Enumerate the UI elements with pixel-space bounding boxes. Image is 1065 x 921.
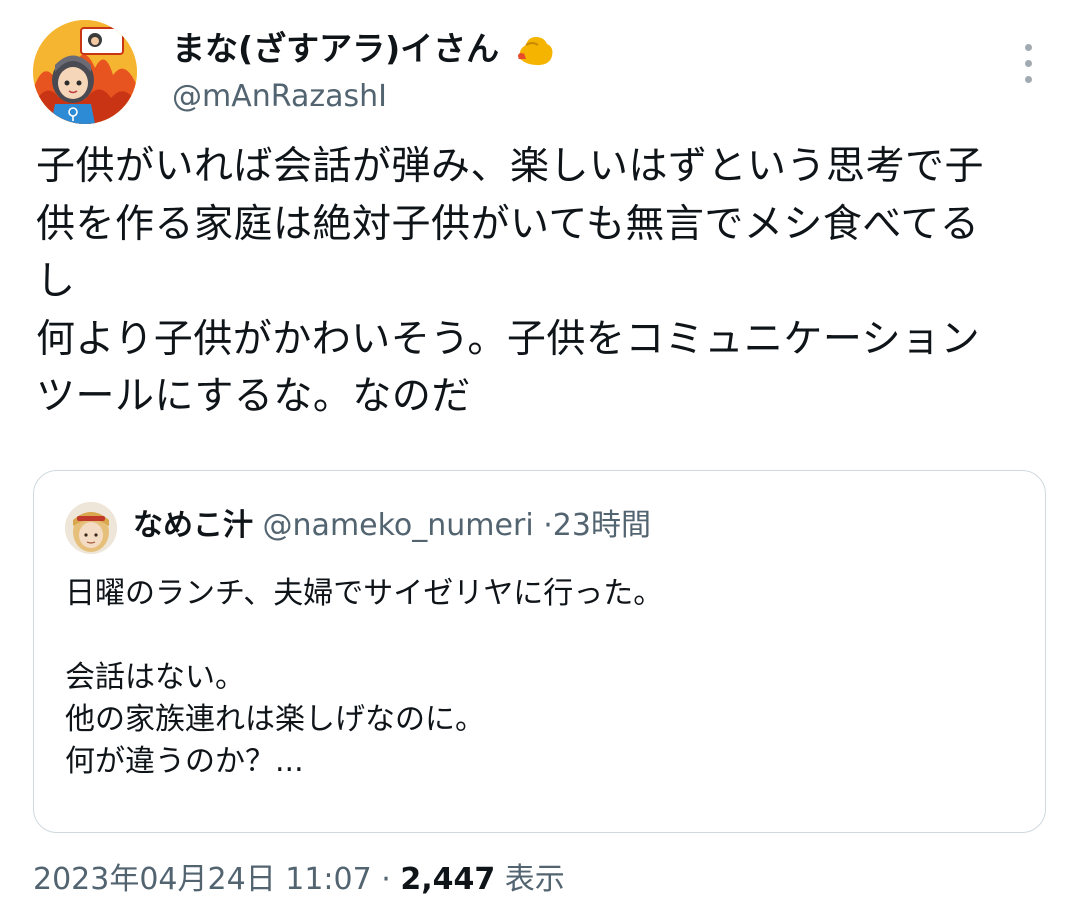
more-dot xyxy=(1024,75,1032,83)
author-display-name[interactable]: まな(ざすアラ)イさん xyxy=(172,28,499,70)
quoted-text-line xyxy=(65,615,1015,657)
quoted-avatar-illustration xyxy=(65,502,117,554)
flexed-arm-emoji-icon xyxy=(518,37,553,66)
tweet-timestamp[interactable]: 2023年04月24日 11:07 xyxy=(33,862,372,897)
tweet-text: 子供がいれば会話が弾み、楽しいはずという思考で子 供を作る家庭は絶対子供がいても… xyxy=(36,138,1046,426)
tweet-text-line: 子供がいれば会話が弾み、楽しいはずという思考で子 xyxy=(36,144,985,189)
author-avatar[interactable] xyxy=(33,20,137,124)
tweet-text-line: 供を作る家庭は絶対子供がいても無言でメシ食べてる xyxy=(36,201,980,247)
quoted-display-name[interactable]: なめこ汁 xyxy=(133,508,253,543)
tweet-text-line: 何より子供がかわいそう。子供をコミュニケーション xyxy=(36,316,981,362)
author-handle[interactable]: @mAnRazashI xyxy=(172,78,387,116)
views-count: 2,447 xyxy=(400,862,496,897)
quoted-handle[interactable]: @nameko_numeri xyxy=(263,508,534,543)
quoted-text: 日曜のランチ、夫婦でサイゼリヤに行った。 会話はない。 他の家族連れは楽しげなの… xyxy=(65,573,1015,783)
avatar-illustration xyxy=(33,20,137,124)
quoted-text-line: 他の家族連れは楽しげなのに。 xyxy=(65,702,485,737)
tweet: まな(ざすアラ)イさん @mAnRazashI 子供がいれば会話が弾み、楽しいは… xyxy=(0,0,1065,921)
quoted-separator: · xyxy=(543,508,553,543)
tweet-text-line: し xyxy=(36,259,76,304)
tweet-meta: 2023年04月24日 11:07 · 2,447 表示 xyxy=(33,858,565,902)
more-dot xyxy=(1024,43,1032,51)
more-icon[interactable] xyxy=(1008,38,1048,88)
quoted-text-line: 会話はない。 xyxy=(65,660,245,695)
more-dot xyxy=(1024,59,1032,67)
meta-separator: · xyxy=(381,862,391,897)
quoted-time[interactable]: 23時間 xyxy=(553,508,651,543)
tweet-text-line: ツールにするな。なのだ xyxy=(36,374,471,419)
views-label: 表示 xyxy=(504,862,565,897)
quoted-header: なめこ汁 @nameko_numeri ·23時間 xyxy=(133,506,651,546)
quoted-author-avatar[interactable] xyxy=(65,502,117,554)
quoted-tweet-card[interactable]: なめこ汁 @nameko_numeri ·23時間 日曜のランチ、夫婦でサイゼリ… xyxy=(33,470,1046,833)
quoted-text-line: 日曜のランチ、夫婦でサイゼリヤに行った。 xyxy=(65,576,664,611)
quoted-text-line: 何が違うのか？... xyxy=(65,744,304,779)
